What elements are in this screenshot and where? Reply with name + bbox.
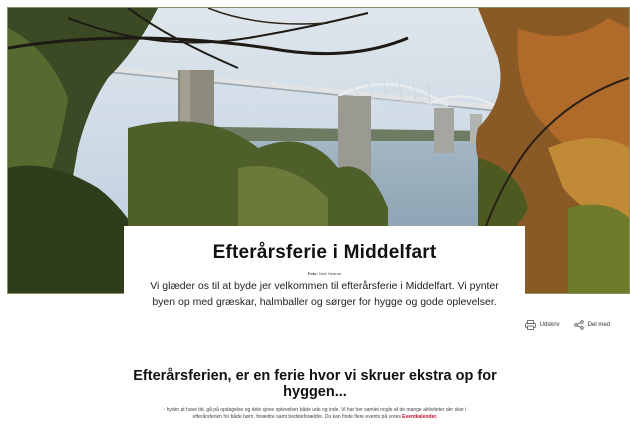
print-label: Udskriv — [539, 322, 560, 328]
share-icon — [573, 320, 584, 330]
print-button[interactable]: Udskriv — [524, 320, 560, 330]
share-label: Del med — [587, 322, 610, 328]
page-title: Efterårsferie i Middelfart — [212, 242, 437, 263]
section-title: Efterårsferien, er en ferie hvor vi skru… — [133, 368, 497, 400]
section-text: - hyder at have tid, gå på opdagelse og … — [150, 407, 480, 421]
photo-credit-name: Nick Hortrue — [318, 271, 342, 276]
event-calendar-link[interactable]: Eventkalender. — [402, 414, 437, 420]
printer-icon — [524, 320, 536, 330]
page: Efterårsferie i Middelfart Foto: Nick Ho… — [0, 0, 630, 432]
intro-card: Efterårsferie i Middelfart Foto: Nick Ho… — [124, 226, 525, 330]
share-button[interactable]: Del med — [573, 320, 610, 330]
page-actions: Udskriv Del med — [524, 320, 610, 330]
intro-text: Vi glæder os til at byde jer velkommen t… — [150, 280, 499, 308]
photo-credit-label: Foto: — [307, 271, 318, 276]
photo-credit: Foto: Nick Hortrue — [124, 271, 525, 276]
